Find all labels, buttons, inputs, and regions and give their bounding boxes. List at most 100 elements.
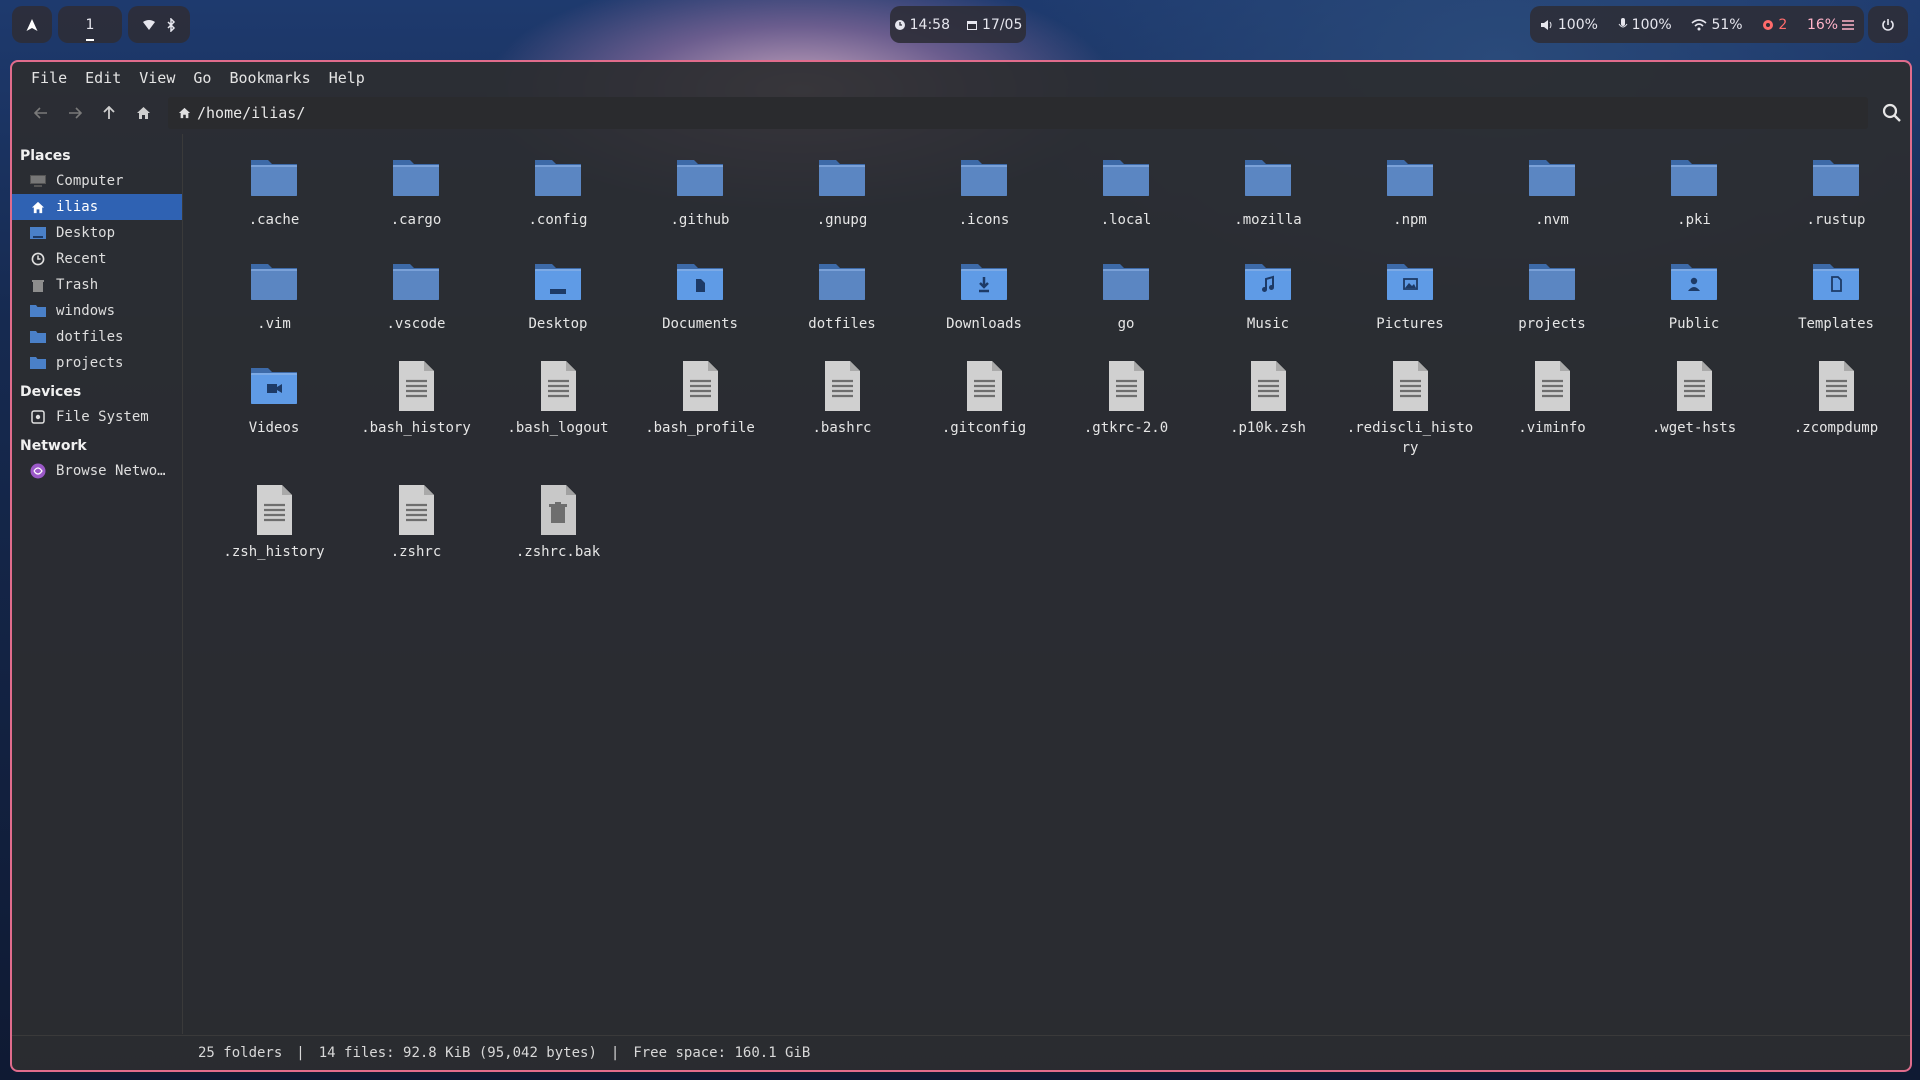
file-item[interactable]: .bash_history <box>345 350 487 474</box>
file-name: Music <box>1246 316 1290 332</box>
menu-view[interactable]: View <box>130 69 184 87</box>
file-item[interactable]: .zshrc <box>345 474 487 578</box>
folder-item[interactable]: .vim <box>203 246 345 350</box>
folder-item[interactable]: .npm <box>1339 142 1481 246</box>
folder-icon <box>1380 148 1440 208</box>
menu-bookmarks[interactable]: Bookmarks <box>220 69 319 87</box>
folder-item[interactable]: Templates <box>1765 246 1907 350</box>
sidebar-item-label: Trash <box>56 277 99 293</box>
folder-item[interactable]: .cargo <box>345 142 487 246</box>
folder-item[interactable]: .rustup <box>1765 142 1907 246</box>
folder-item[interactable]: .local <box>1055 142 1197 246</box>
workspace-1[interactable]: 1 <box>85 17 95 41</box>
folder-item[interactable]: projects <box>1481 246 1623 350</box>
folder-item[interactable]: .nvm <box>1481 142 1623 246</box>
folder-item[interactable]: Documents <box>629 246 771 350</box>
sidebar-item-label: File System <box>56 409 149 425</box>
folder-item[interactable]: .mozilla <box>1197 142 1339 246</box>
file-item[interactable]: .viminfo <box>1481 350 1623 474</box>
folder-item[interactable]: Desktop <box>487 246 629 350</box>
notification-indicator[interactable]: 2 <box>1756 17 1793 33</box>
launcher-button[interactable] <box>12 6 52 43</box>
sidebar-item-trash[interactable]: Trash <box>12 272 182 298</box>
file-item[interactable]: .rediscli_history <box>1339 350 1481 474</box>
folder-videos-icon <box>244 356 304 416</box>
folder-icon <box>1522 252 1582 312</box>
menu-help[interactable]: Help <box>320 69 374 87</box>
file-item[interactable]: .gitconfig <box>913 350 1055 474</box>
folder-item[interactable]: Downloads <box>913 246 1055 350</box>
back-button[interactable] <box>24 96 58 130</box>
folder-icon <box>386 252 446 312</box>
top-panel: 1 14:58 17/05 100% 100% 51% 2 16% <box>0 0 1920 50</box>
file-item[interactable]: .zsh_history <box>203 474 345 578</box>
location-bar[interactable]: /home/ilias/ <box>168 97 1868 129</box>
text-file-icon <box>812 356 872 416</box>
search-button[interactable] <box>1874 96 1910 130</box>
tray-left <box>128 6 190 43</box>
menu-file[interactable]: File <box>22 69 76 87</box>
folder-icon <box>244 252 304 312</box>
file-item[interactable]: .p10k.zsh <box>1197 350 1339 474</box>
status-free-space: Free space: 160.1 GiB <box>633 1045 811 1061</box>
file-name: projects <box>1518 316 1586 332</box>
folder-item[interactable]: Music <box>1197 246 1339 350</box>
bluetooth-icon[interactable] <box>166 17 176 32</box>
workspace-switcher[interactable]: 1 <box>58 6 122 43</box>
sidebar-item-browse-netwo[interactable]: Browse Netwo… <box>12 458 182 484</box>
folder-item[interactable]: .gnupg <box>771 142 913 246</box>
sidebar-item-file-system[interactable]: File System <box>12 404 182 430</box>
file-item[interactable]: .bash_profile <box>629 350 771 474</box>
file-name: Desktop <box>528 316 588 332</box>
file-item[interactable]: .gtkrc-2.0 <box>1055 350 1197 474</box>
sidebar-item-windows[interactable]: windows <box>12 298 182 324</box>
folder-item[interactable]: .vscode <box>345 246 487 350</box>
power-button[interactable] <box>1868 6 1908 43</box>
text-file-icon <box>386 480 446 540</box>
sidebar-item-ilias[interactable]: ilias <box>12 194 182 220</box>
folder-item[interactable]: .config <box>487 142 629 246</box>
folder-item[interactable]: .github <box>629 142 771 246</box>
folder-item[interactable]: Pictures <box>1339 246 1481 350</box>
sidebar-item-desktop[interactable]: Desktop <box>12 220 182 246</box>
forward-button[interactable] <box>58 96 92 130</box>
file-item[interactable]: .bash_logout <box>487 350 629 474</box>
up-button[interactable] <box>92 96 126 130</box>
folder-item[interactable]: Public <box>1623 246 1765 350</box>
volume-indicator[interactable]: 100% <box>1534 17 1604 33</box>
home-button[interactable] <box>126 96 160 130</box>
clock-widget[interactable]: 14:58 17/05 <box>890 6 1026 43</box>
file-item[interactable]: .zshrc.bak <box>487 474 629 578</box>
arch-logo-icon <box>26 18 38 31</box>
file-name: .vim <box>257 316 291 332</box>
folder-item[interactable]: .cache <box>203 142 345 246</box>
network-heading: Network <box>20 438 87 454</box>
folder-item[interactable]: .pki <box>1623 142 1765 246</box>
file-name: Documents <box>662 316 738 332</box>
folder-item[interactable]: go <box>1055 246 1197 350</box>
file-item[interactable]: .bashrc <box>771 350 913 474</box>
folder-item[interactable]: Videos <box>203 350 345 474</box>
wifi-icon <box>1691 18 1707 30</box>
folder-item[interactable]: dotfiles <box>771 246 913 350</box>
folder-desktop-icon <box>528 252 588 312</box>
sidebar-item-dotfiles[interactable]: dotfiles <box>12 324 182 350</box>
wifi-indicator[interactable]: 51% <box>1685 17 1748 33</box>
file-name: .pki <box>1677 212 1711 228</box>
menu-edit[interactable]: Edit <box>76 69 130 87</box>
folder-music-icon <box>1238 252 1298 312</box>
microphone-icon <box>1618 18 1628 28</box>
folder-item[interactable]: .icons <box>913 142 1055 246</box>
sidebar-item-projects[interactable]: projects <box>12 350 182 376</box>
file-item[interactable]: .zcompdump <box>1765 350 1907 474</box>
file-item[interactable]: .wget-hsts <box>1623 350 1765 474</box>
sidebar-item-computer[interactable]: Computer <box>12 168 182 194</box>
mic-indicator[interactable]: 100% <box>1612 17 1678 33</box>
sidebar-item-recent[interactable]: Recent <box>12 246 182 272</box>
menu-go[interactable]: Go <box>184 69 220 87</box>
folder-icon <box>670 148 730 208</box>
wifi-small-icon[interactable] <box>142 19 156 31</box>
cpu-indicator[interactable]: 16% <box>1801 17 1860 33</box>
file-view[interactable]: .cache .cargo .config .github .gnupg .icons .l… <box>183 134 1910 1034</box>
bug-icon <box>1763 19 1774 30</box>
